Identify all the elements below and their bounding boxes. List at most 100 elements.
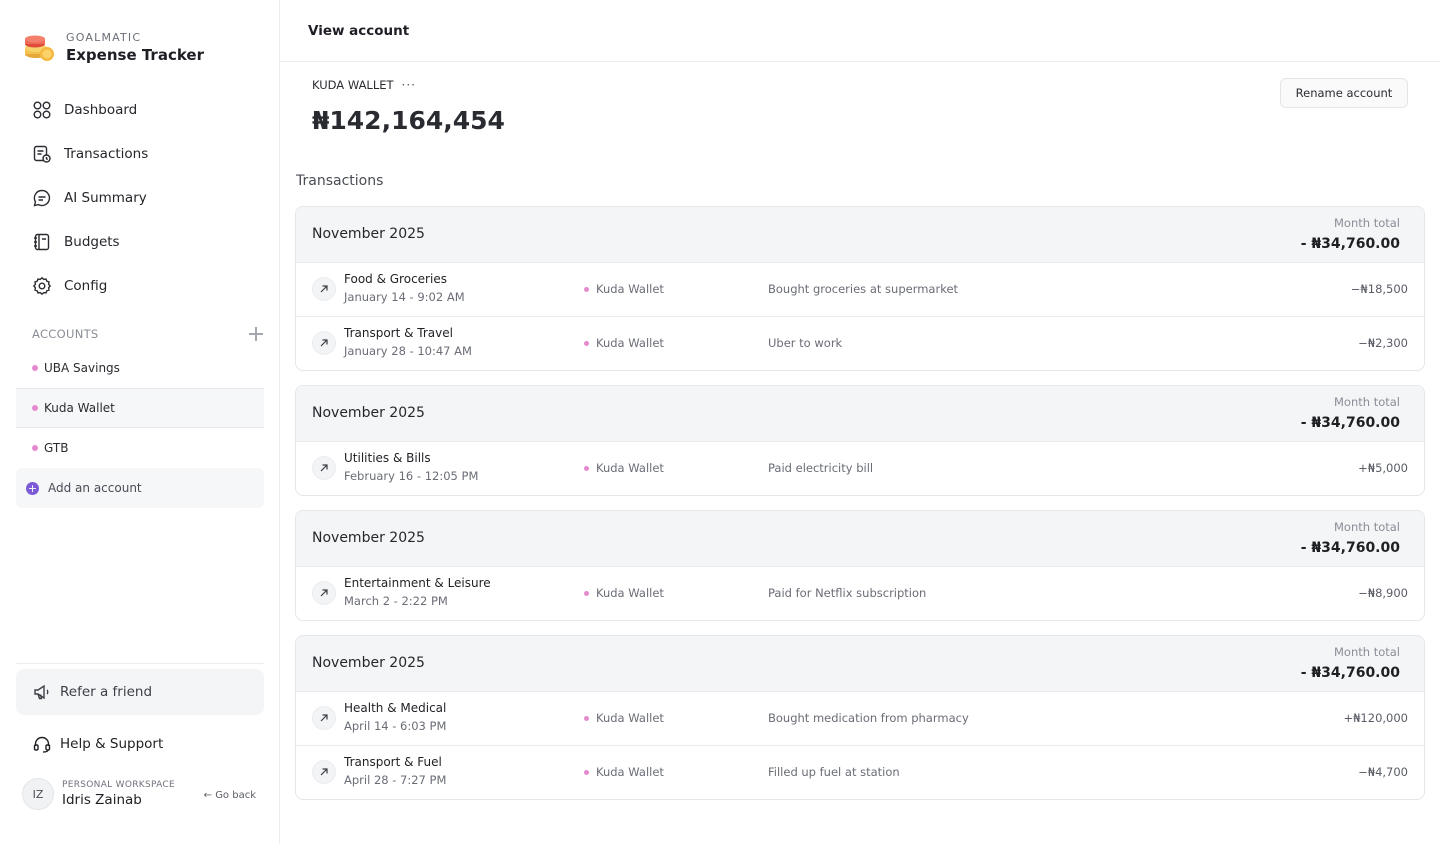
month-total-label: Month total xyxy=(1334,216,1400,230)
sidebar: GOALMATIC Expense Tracker Dashboard Tran… xyxy=(0,0,280,844)
transaction-amount: −₦2,300 xyxy=(1358,336,1408,350)
transaction-account-label: Kuda Wallet xyxy=(596,282,664,296)
transaction-amount: +₦5,000 xyxy=(1358,461,1408,475)
transaction-date: April 14 - 6:03 PM xyxy=(344,719,447,733)
transaction-description: Bought groceries at supermarket xyxy=(768,282,959,296)
transaction-row[interactable]: Transport & Travel January 28 - 10:47 AM… xyxy=(296,316,1424,370)
transaction-description: Paid electricity bill xyxy=(768,461,874,475)
account-dot-icon xyxy=(584,769,589,775)
month-group: November 2025 Month total - ₦34,760.00 F… xyxy=(295,206,1425,371)
go-back-label: Go back xyxy=(215,790,256,801)
main-content: View account KUDA WALLET ··· ₦142,164,45… xyxy=(280,0,1440,844)
month-label: November 2025 xyxy=(312,226,425,242)
account-item-kuda-wallet[interactable]: Kuda Wallet xyxy=(16,388,264,428)
transaction-category: Entertainment & Leisure xyxy=(344,576,491,590)
headset-icon xyxy=(33,736,51,753)
account-label: GTB xyxy=(44,441,69,455)
nav-label-transactions: Transactions xyxy=(64,146,149,162)
add-account-button[interactable]: + Add an account xyxy=(16,468,264,508)
grid-icon xyxy=(32,100,52,120)
transaction-description: Paid for Netflix subscription xyxy=(768,586,927,600)
arrow-left-icon: ← xyxy=(203,790,212,801)
month-group: November 2025 Month total - ₦34,760.00 H… xyxy=(295,635,1425,800)
brand-name: Expense Tracker xyxy=(66,45,204,64)
transaction-account: Kuda Wallet xyxy=(584,336,664,350)
wallet-balance: ₦142,164,454 xyxy=(312,106,505,135)
transaction-amount: +₦120,000 xyxy=(1343,711,1408,725)
nav-item-ai-summary[interactable]: AI Summary xyxy=(16,176,264,220)
arrow-up-right-icon xyxy=(312,760,336,784)
transactions-title: Transactions xyxy=(296,173,384,189)
wallet-label: KUDA WALLET ··· xyxy=(312,78,416,92)
nav-label-budgets: Budgets xyxy=(64,234,120,250)
month-total-value: - ₦34,760.00 xyxy=(1300,415,1400,431)
nav-label-ai-summary: AI Summary xyxy=(64,190,147,206)
transaction-account: Kuda Wallet xyxy=(584,765,664,779)
account-item-uba-savings[interactable]: UBA Savings xyxy=(16,348,264,388)
transaction-date: January 28 - 10:47 AM xyxy=(344,344,472,358)
gear-icon xyxy=(32,276,52,296)
transaction-category: Utilities & Bills xyxy=(344,451,431,465)
page-header: View account xyxy=(280,0,1440,62)
go-back-link[interactable]: ← Go back xyxy=(204,790,256,801)
coins-logo-icon xyxy=(22,30,56,64)
add-account-label: Add an account xyxy=(48,481,142,495)
transaction-category: Food & Groceries xyxy=(344,272,447,286)
refer-friend-button[interactable]: Refer a friend xyxy=(16,669,264,715)
transaction-description: Filled up fuel at station xyxy=(768,765,900,779)
account-dot-icon xyxy=(32,445,38,451)
account-item-gtb[interactable]: GTB xyxy=(16,428,264,468)
nav-item-budgets[interactable]: Budgets xyxy=(16,220,264,264)
account-dot-icon xyxy=(584,715,589,721)
transaction-account: Kuda Wallet xyxy=(584,586,664,600)
month-group-header: November 2025 Month total - ₦34,760.00 xyxy=(296,207,1424,262)
month-group: November 2025 Month total - ₦34,760.00 E… xyxy=(295,510,1425,621)
help-support-button[interactable]: Help & Support xyxy=(16,722,264,766)
transaction-account-label: Kuda Wallet xyxy=(596,586,664,600)
chat-icon xyxy=(32,188,52,208)
transaction-account: Kuda Wallet xyxy=(584,282,664,296)
user-name: Idris Zainab xyxy=(62,792,142,808)
transaction-amount: −₦4,700 xyxy=(1358,765,1408,779)
brand-tag: GOALMATIC xyxy=(66,30,142,44)
page-title: View account xyxy=(308,22,410,39)
month-total-label: Month total xyxy=(1334,395,1400,409)
transaction-account: Kuda Wallet xyxy=(584,461,664,475)
rename-account-button[interactable]: Rename account xyxy=(1280,78,1408,108)
month-total-label: Month total xyxy=(1334,520,1400,534)
wallet-name: KUDA WALLET xyxy=(312,78,394,92)
month-group-header: November 2025 Month total - ₦34,760.00 xyxy=(296,511,1424,566)
transaction-account-label: Kuda Wallet xyxy=(596,336,664,350)
transactions-icon xyxy=(32,144,52,164)
transaction-row[interactable]: Entertainment & Leisure March 2 - 2:22 P… xyxy=(296,566,1424,620)
brand[interactable]: GOALMATIC Expense Tracker xyxy=(22,30,204,64)
month-group: November 2025 Month total - ₦34,760.00 U… xyxy=(295,385,1425,496)
transaction-row[interactable]: Food & Groceries January 14 - 9:02 AM Ku… xyxy=(296,262,1424,316)
notebook-icon xyxy=(32,232,52,252)
accounts-heading: ACCOUNTS xyxy=(32,327,99,341)
account-dot-icon xyxy=(584,465,589,471)
transaction-row[interactable]: Utilities & Bills February 16 - 12:05 PM… xyxy=(296,441,1424,495)
arrow-up-right-icon xyxy=(312,277,336,301)
nav-item-config[interactable]: Config xyxy=(16,264,264,308)
transaction-category: Transport & Travel xyxy=(344,326,453,340)
arrow-up-right-icon xyxy=(312,331,336,355)
transaction-row[interactable]: Transport & Fuel April 28 - 7:27 PM Kuda… xyxy=(296,745,1424,799)
transaction-amount: −₦8,900 xyxy=(1358,586,1408,600)
transaction-date: April 28 - 7:27 PM xyxy=(344,773,447,787)
nav-item-transactions[interactable]: Transactions xyxy=(16,132,264,176)
arrow-up-right-icon xyxy=(312,581,336,605)
accounts-list: UBA Savings Kuda Wallet GTB + Add an acc… xyxy=(16,348,264,508)
nav-item-dashboard[interactable]: Dashboard xyxy=(16,88,264,132)
month-total-value: - ₦34,760.00 xyxy=(1300,665,1400,681)
month-group-header: November 2025 Month total - ₦34,760.00 xyxy=(296,636,1424,691)
transaction-row[interactable]: Health & Medical April 14 - 6:03 PM Kuda… xyxy=(296,691,1424,745)
main-nav: Dashboard Transactions AI Summary Budget… xyxy=(16,88,264,308)
transaction-account-label: Kuda Wallet xyxy=(596,461,664,475)
month-label: November 2025 xyxy=(312,405,425,421)
transaction-category: Health & Medical xyxy=(344,701,447,715)
add-account-plus-icon[interactable] xyxy=(248,326,264,342)
avatar[interactable]: IZ xyxy=(22,778,54,810)
month-total-label: Month total xyxy=(1334,645,1400,659)
more-options-icon[interactable]: ··· xyxy=(402,78,416,92)
